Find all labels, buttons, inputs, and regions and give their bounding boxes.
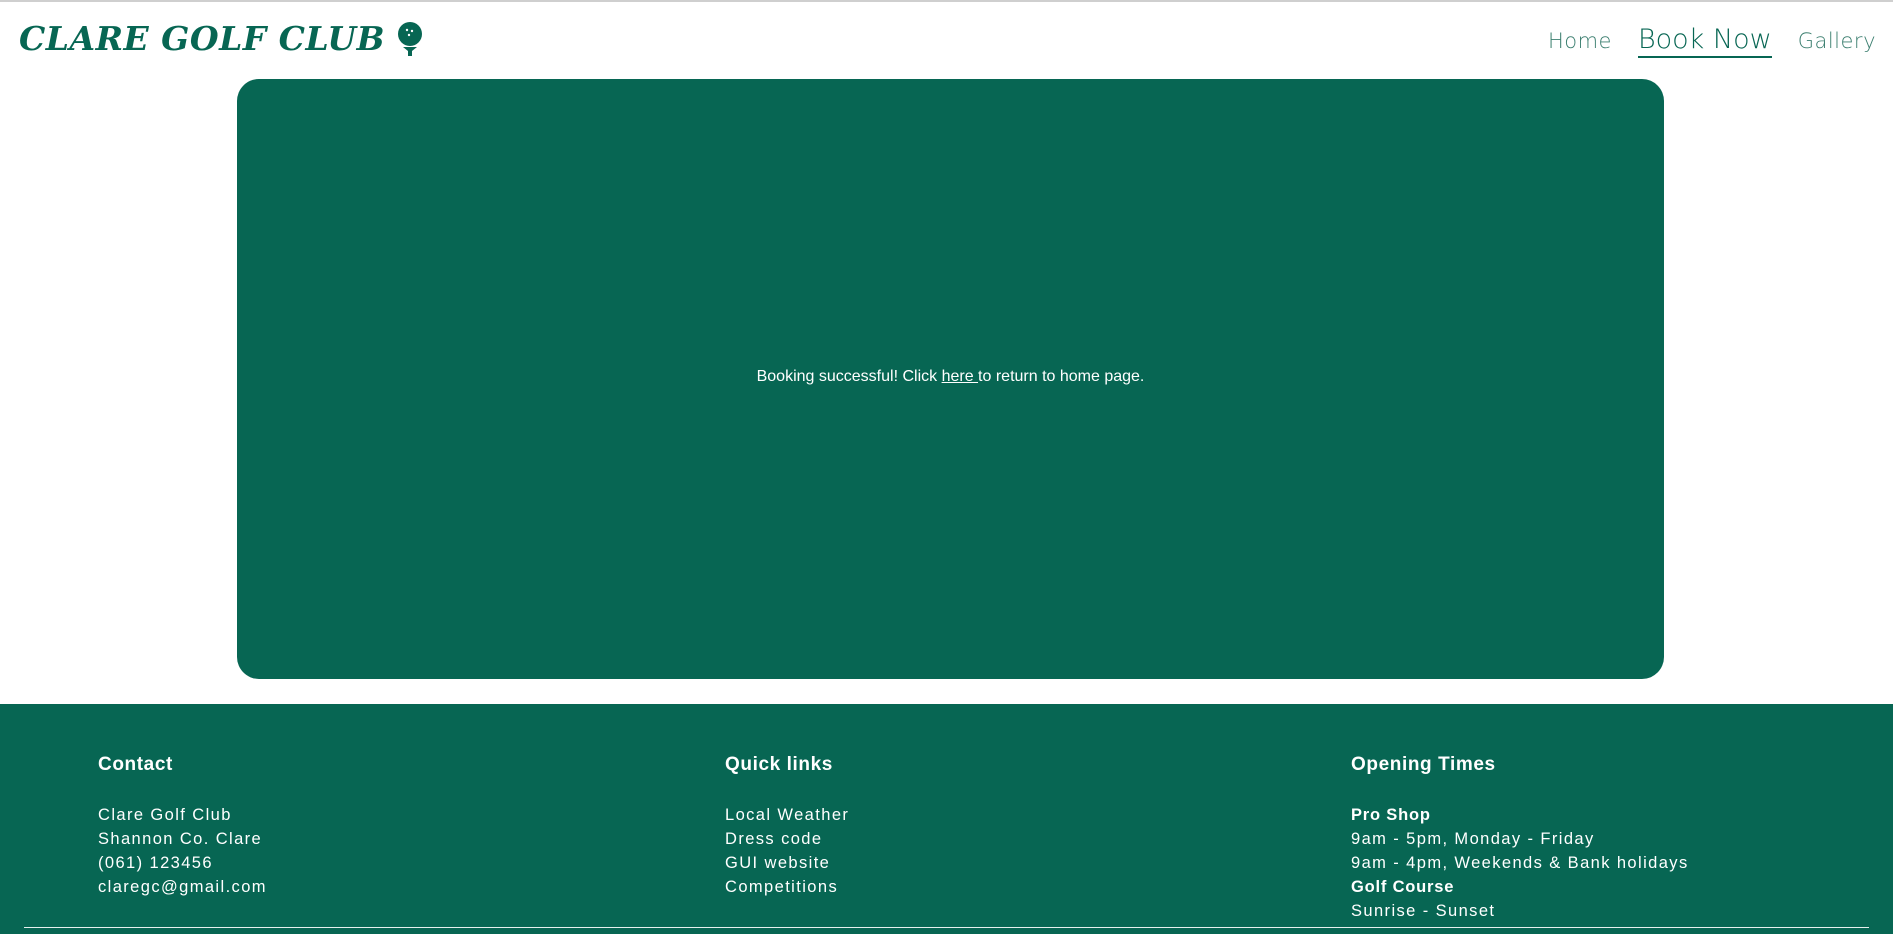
pro-shop-weekend-hours: 9am - 4pm, Weekends & Bank holidays xyxy=(1351,854,1689,872)
main-nav: Home Book Now Gallery xyxy=(1522,24,1876,58)
nav-book-now[interactable]: Book Now xyxy=(1637,24,1772,58)
contact-phone: (061) 123456 xyxy=(98,854,213,872)
pro-shop-weekday-hours: 9am - 5pm, Monday - Friday xyxy=(1351,830,1595,848)
footer-contact: Contact Clare Golf Club Shannon Co. Clar… xyxy=(98,754,267,899)
golf-ball-on-tee-icon xyxy=(398,21,423,56)
contact-name: Clare Golf Club xyxy=(98,806,232,824)
message-text-after: to return to home page. xyxy=(978,368,1145,385)
site-footer: Contact Clare Golf Club Shannon Co. Clar… xyxy=(0,704,1893,934)
contact-address: Shannon Co. Clare xyxy=(98,830,263,848)
footer-opening-times: Opening Times Pro Shop 9am - 5pm, Monday… xyxy=(1351,754,1689,923)
site-title: CLARE GOLF CLUB xyxy=(19,19,386,58)
link-dress-code[interactable]: Dress code xyxy=(725,827,849,851)
site-header: CLARE GOLF CLUB Home Book Now Gallery xyxy=(0,2,1893,76)
message-text-before: Booking successful! Click xyxy=(756,368,942,385)
quick-links-heading: Quick links xyxy=(725,754,833,775)
nav-gallery[interactable]: Gallery xyxy=(1798,29,1876,53)
booking-success-message: Booking successful! Click here to return… xyxy=(237,368,1664,386)
golf-course-hours: Sunrise - Sunset xyxy=(1351,902,1496,920)
footer-quick-links: Quick links Local Weather Dress code GUI… xyxy=(725,754,849,899)
golf-course-label: Golf Course xyxy=(1351,878,1455,896)
contact-email: claregc@gmail.com xyxy=(98,878,267,896)
home-link[interactable]: here xyxy=(942,368,978,385)
contact-heading: Contact xyxy=(98,754,173,775)
link-gui-website[interactable]: GUI website xyxy=(725,851,849,875)
pro-shop-label: Pro Shop xyxy=(1351,806,1431,824)
opening-times-heading: Opening Times xyxy=(1351,754,1496,775)
booking-confirmation-panel: Booking successful! Click here to return… xyxy=(237,79,1664,679)
link-competitions[interactable]: Competitions xyxy=(725,875,849,899)
nav-home[interactable]: Home xyxy=(1548,29,1612,53)
footer-divider xyxy=(24,927,1869,928)
site-logo[interactable]: CLARE GOLF CLUB xyxy=(19,19,425,58)
link-local-weather[interactable]: Local Weather xyxy=(725,803,849,827)
